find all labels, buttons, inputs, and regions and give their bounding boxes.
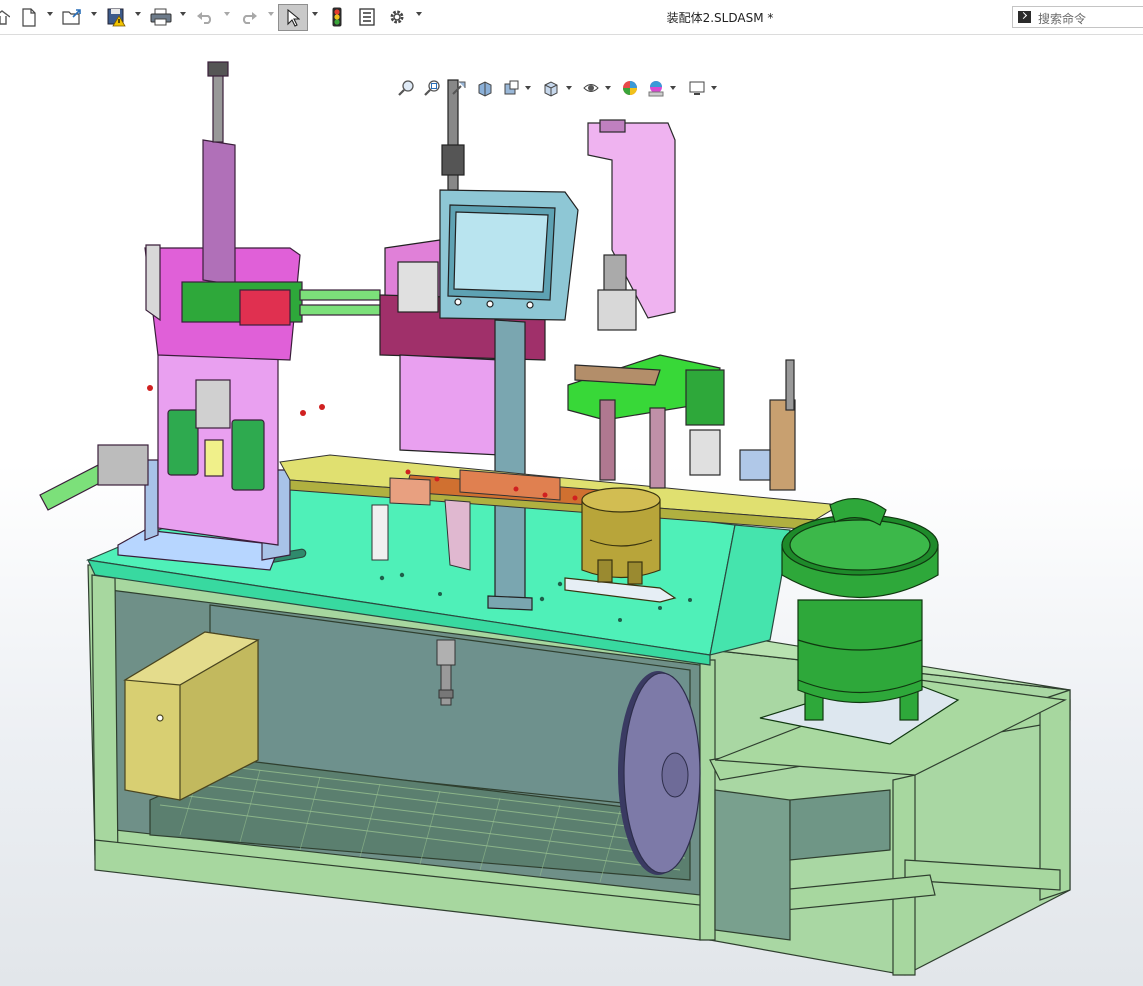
document-title: 装配体2.SLDASM * [666, 11, 774, 25]
apply-scene-dropdown[interactable] [670, 86, 676, 90]
command-prompt-icon [1018, 11, 1031, 23]
new-document-icon [22, 7, 36, 27]
select-button[interactable] [278, 4, 308, 31]
view-settings-dropdown[interactable] [711, 86, 717, 90]
search-commands-input[interactable]: 搜索命令 [1012, 6, 1143, 28]
file-properties-button[interactable] [356, 6, 378, 28]
redo-button[interactable] [237, 6, 261, 28]
save-icon [107, 8, 126, 27]
options-dropdown[interactable] [416, 12, 422, 16]
edit-appearance-icon[interactable] [620, 77, 640, 99]
print-icon [150, 8, 172, 26]
save-dropdown[interactable] [135, 12, 141, 16]
title-bar: 装配体2.SLDASM * 搜索命令 [0, 0, 1143, 35]
zoom-to-fit-icon[interactable] [396, 77, 416, 99]
select-arrow-icon [287, 8, 300, 27]
view-orientation-dropdown[interactable] [566, 86, 572, 90]
open-dropdown[interactable] [91, 12, 97, 16]
rebuild-traffic-light-icon [332, 7, 342, 27]
section-view-icon[interactable] [475, 77, 495, 99]
previous-view-icon[interactable] [449, 77, 469, 99]
view-orientation-icon[interactable] [541, 77, 561, 99]
dynamic-annotation-dropdown[interactable] [525, 86, 531, 90]
redo-dropdown[interactable] [268, 12, 274, 16]
new-document-dropdown[interactable] [47, 12, 53, 16]
view-settings-icon[interactable] [687, 77, 707, 99]
select-dropdown[interactable] [312, 12, 318, 16]
right-press-module [567, 119, 796, 491]
options-button[interactable] [386, 6, 408, 28]
new-document-button[interactable] [18, 6, 40, 28]
redo-icon [242, 12, 257, 24]
save-button[interactable] [104, 6, 130, 28]
open-button[interactable] [60, 6, 86, 28]
print-dropdown[interactable] [180, 12, 186, 16]
undo-icon [197, 12, 212, 24]
home-icon[interactable] [0, 6, 10, 28]
rebuild-button[interactable] [328, 6, 346, 28]
undo-dropdown[interactable] [224, 12, 230, 16]
graphics-area[interactable] [0, 35, 1143, 986]
file-properties-icon [359, 8, 375, 26]
dynamic-annotation-icon[interactable] [501, 77, 521, 99]
assembly-3d-model[interactable] [0, 35, 1143, 986]
print-button[interactable] [148, 6, 174, 28]
options-gear-icon [390, 10, 404, 24]
display-style-dropdown[interactable] [605, 86, 611, 90]
undo-button[interactable] [193, 6, 217, 28]
search-placeholder: 搜索命令 [1038, 12, 1087, 26]
drive-wheel [618, 671, 701, 875]
apply-scene-icon[interactable] [646, 77, 666, 99]
zoom-to-area-icon[interactable] [422, 77, 442, 99]
display-style-icon[interactable] [581, 77, 601, 99]
open-folder-icon [62, 9, 81, 25]
